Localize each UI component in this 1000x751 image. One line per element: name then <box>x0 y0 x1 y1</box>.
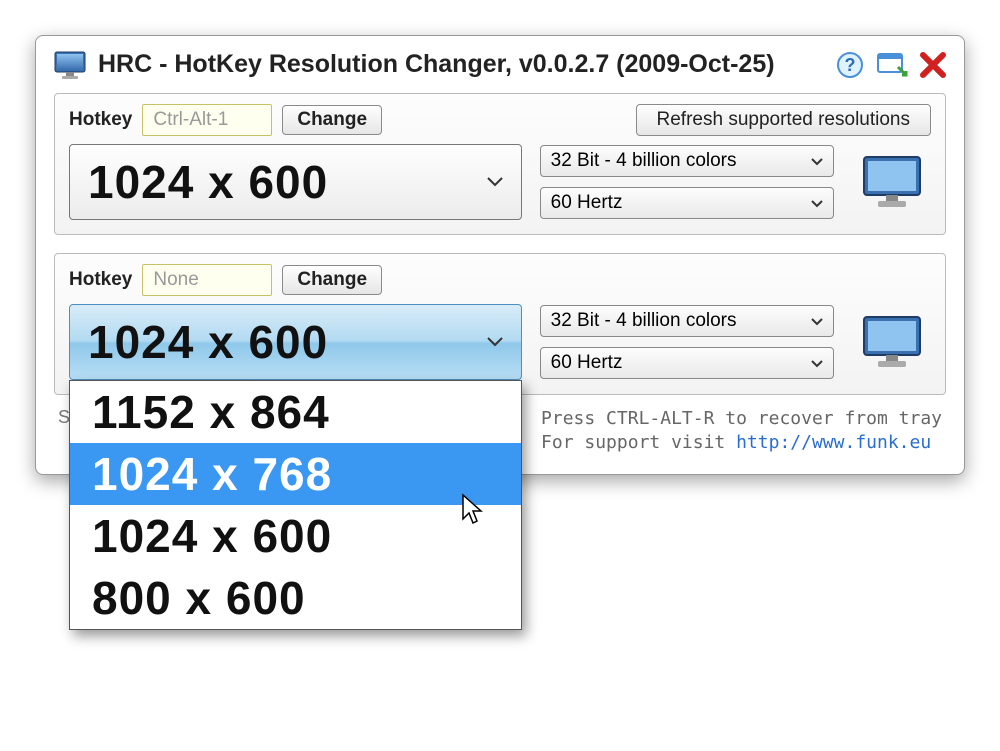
minimize-to-tray-icon[interactable] <box>876 51 908 79</box>
change-hotkey-button[interactable]: Change <box>282 265 382 295</box>
chevron-down-icon <box>811 192 823 214</box>
chevron-down-icon <box>487 174 503 190</box>
hotkey-label: Hotkey <box>69 269 132 291</box>
help-icon[interactable]: ? <box>836 51 864 79</box>
resolution-value: 1024 x 600 <box>88 315 328 369</box>
color-depth-combo[interactable]: 32 Bit - 4 billion colors <box>540 305 835 337</box>
resolution-combo[interactable]: 1024 x 600 <box>69 144 522 220</box>
resolution-slot-2: Hotkey None Change 1024 x 600 32 Bit - 4… <box>54 253 946 395</box>
chevron-down-icon <box>811 310 823 332</box>
support-hint: For support visit <box>541 432 736 453</box>
resolution-slot-1: Refresh supported resolutions Hotkey Ctr… <box>54 93 946 235</box>
refresh-rate-value: 60 Hertz <box>551 192 623 214</box>
support-link[interactable]: http://www.funk.eu <box>736 432 931 453</box>
chevron-down-icon <box>811 150 823 172</box>
svg-text:?: ? <box>845 55 856 75</box>
resolution-combo[interactable]: 1024 x 600 <box>69 304 522 380</box>
title-bar: HRC - HotKey Resolution Changer, v0.0.2.… <box>54 50 946 79</box>
refresh-rate-combo[interactable]: 60 Hertz <box>540 187 835 219</box>
hotkey-field[interactable]: None <box>142 264 272 296</box>
color-depth-value: 32 Bit - 4 billion colors <box>551 150 737 172</box>
monitor-icon[interactable] <box>860 313 924 372</box>
color-depth-combo[interactable]: 32 Bit - 4 billion colors <box>540 145 835 177</box>
resolution-option[interactable]: 800 x 600 <box>70 567 521 629</box>
refresh-resolutions-button[interactable]: Refresh supported resolutions <box>636 104 931 136</box>
resolution-option[interactable]: 1152 x 864 <box>70 381 521 443</box>
hotkey-field[interactable]: Ctrl-Alt-1 <box>142 104 272 136</box>
hotkey-label: Hotkey <box>69 109 132 131</box>
resolution-option[interactable]: 1024 x 768 <box>70 443 521 505</box>
close-icon[interactable] <box>920 52 946 78</box>
refresh-rate-value: 60 Hertz <box>551 352 623 374</box>
resolution-dropdown[interactable]: 1152 x 8641024 x 7681024 x 600800 x 600 <box>69 380 522 630</box>
color-depth-value: 32 Bit - 4 billion colors <box>551 310 737 332</box>
resolution-option[interactable]: 1024 x 600 <box>70 505 521 567</box>
recover-hint: Press CTRL-ALT-R to recover from tray <box>541 407 942 431</box>
window-title: HRC - HotKey Resolution Changer, v0.0.2.… <box>98 50 824 79</box>
chevron-down-icon <box>487 334 503 350</box>
resolution-value: 1024 x 600 <box>88 155 328 209</box>
monitor-icon[interactable] <box>860 153 924 212</box>
refresh-rate-combo[interactable]: 60 Hertz <box>540 347 835 379</box>
chevron-down-icon <box>811 352 823 374</box>
cursor-icon <box>461 493 487 528</box>
change-hotkey-button[interactable]: Change <box>282 105 382 135</box>
app-monitor-icon <box>54 51 86 79</box>
